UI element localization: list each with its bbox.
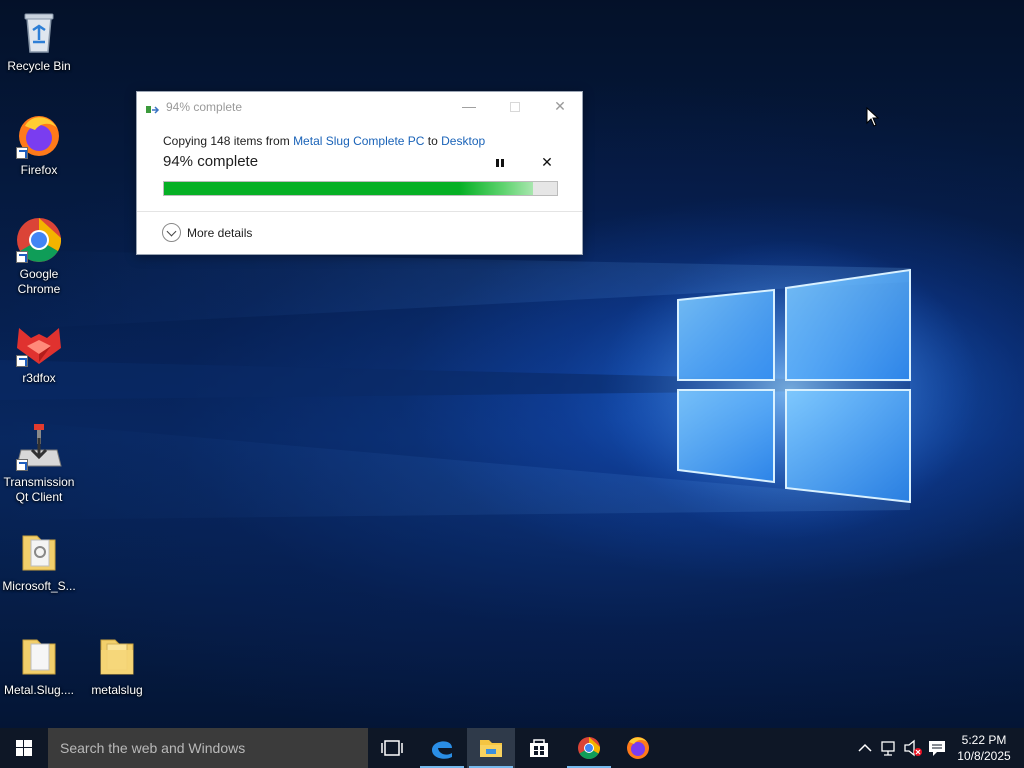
file-explorer-icon [480, 740, 502, 757]
desktop-icon-microsoft-s[interactable]: Microsoft_S... [1, 528, 77, 594]
folder-icon [15, 632, 63, 680]
folder-icon [15, 528, 63, 576]
maximize-button[interactable] [492, 92, 538, 121]
taskbar-search-box[interactable]: Search the web and Windows [48, 728, 368, 768]
copy-prefix-text: Copying 148 items from [163, 134, 294, 148]
dialog-title: 94% complete [166, 100, 243, 114]
chevron-up-icon [858, 743, 872, 752]
taskbar-store-button[interactable] [515, 728, 563, 768]
desktop-icon-label: Microsoft_S... [2, 579, 76, 593]
desktop-icon-label: metalslug [91, 683, 143, 697]
more-details-label: More details [187, 226, 253, 240]
copy-icon [146, 102, 160, 114]
shortcut-arrow-icon [16, 147, 28, 159]
search-placeholder: Search the web and Windows [60, 740, 246, 756]
source-link[interactable]: Metal Slug Complete PC [293, 134, 424, 148]
minimize-icon: — [462, 98, 476, 114]
to-text: to [424, 134, 442, 148]
maximize-icon [510, 102, 520, 113]
volume-button[interactable] [902, 728, 924, 768]
chrome-icon [15, 216, 63, 264]
desktop-icon-firefox[interactable]: Firefox [1, 112, 77, 178]
desktop-icon-label: Recycle Bin [7, 59, 71, 73]
folder-icon [93, 632, 141, 680]
destination-link[interactable]: Desktop [441, 134, 485, 148]
copy-description: Copying 148 items from Metal Slug Comple… [163, 134, 485, 148]
shortcut-arrow-icon [16, 251, 28, 263]
close-button[interactable]: ✕ [537, 92, 583, 121]
desktop-icon-label: Google Chrome [17, 267, 61, 296]
chrome-icon [578, 737, 601, 759]
taskbar-file-explorer-button[interactable] [467, 728, 515, 768]
dialog-titlebar[interactable]: 94% complete — ✕ [137, 92, 582, 121]
start-button[interactable] [0, 728, 48, 768]
progress-bar [163, 181, 558, 196]
desktop-icon-label: r3dfox [22, 371, 56, 385]
taskbar-chrome-button[interactable] [565, 728, 613, 768]
shortcut-arrow-icon [16, 459, 28, 471]
windows-start-icon [16, 740, 32, 756]
task-view-icon [381, 740, 403, 756]
desktop-icon-r3dfox[interactable]: r3dfox [1, 320, 77, 386]
transmission-icon [15, 424, 63, 472]
chevron-down-icon [162, 223, 181, 242]
desktop-icon-label: Metal.Slug.... [3, 683, 75, 697]
taskbar-clock[interactable]: 5:22 PM 10/8/2025 [950, 732, 1018, 764]
edge-icon [432, 741, 452, 759]
minimize-button[interactable]: — [446, 92, 492, 121]
store-icon [530, 739, 548, 757]
desktop-icon-metal-slug[interactable]: Metal.Slug.... [1, 632, 77, 698]
desktop-icon-label: Transmission Qt Client [3, 475, 75, 504]
cancel-button[interactable]: ✕ [539, 154, 555, 170]
close-icon: ✕ [554, 98, 566, 114]
taskbar: Search the web and Windows 5:22 PM 10/8/… [0, 728, 1024, 768]
mouse-pointer-icon [866, 106, 880, 127]
show-hidden-icons-button[interactable] [855, 728, 875, 768]
desktop-icon-recycle-bin[interactable]: Recycle Bin [1, 8, 77, 74]
clock-time: 5:22 PM [961, 733, 1007, 747]
recycle-bin-icon [15, 8, 63, 56]
volume-muted-icon [904, 739, 922, 757]
dialog-divider [137, 211, 582, 212]
firefox-icon [627, 737, 649, 759]
network-icon [881, 741, 895, 756]
desktop-icon-label: Firefox [20, 163, 58, 177]
action-center-icon [929, 741, 945, 756]
network-button[interactable] [878, 728, 900, 768]
cancel-icon: ✕ [541, 154, 553, 170]
task-view-button[interactable] [368, 728, 416, 768]
shortcut-arrow-icon [16, 355, 28, 367]
pause-button[interactable] [493, 157, 509, 171]
copy-progress-dialog[interactable]: 94% complete — ✕ Copying 148 items from … [136, 91, 583, 255]
desktop-icon-google-chrome[interactable]: Google Chrome [1, 216, 77, 297]
progress-percent-text: 94% complete [163, 153, 259, 170]
taskbar-edge-button[interactable] [418, 728, 466, 768]
taskbar-firefox-button[interactable] [614, 728, 662, 768]
desktop-icon-transmission[interactable]: Transmission Qt Client [1, 424, 77, 505]
r3dfox-icon [15, 320, 63, 368]
progress-bar-fill [164, 182, 533, 195]
clock-date: 10/8/2025 [957, 749, 1011, 763]
desktop-icon-metalslug[interactable]: metalslug [79, 632, 155, 698]
action-center-button[interactable] [926, 728, 948, 768]
firefox-icon [15, 112, 63, 160]
